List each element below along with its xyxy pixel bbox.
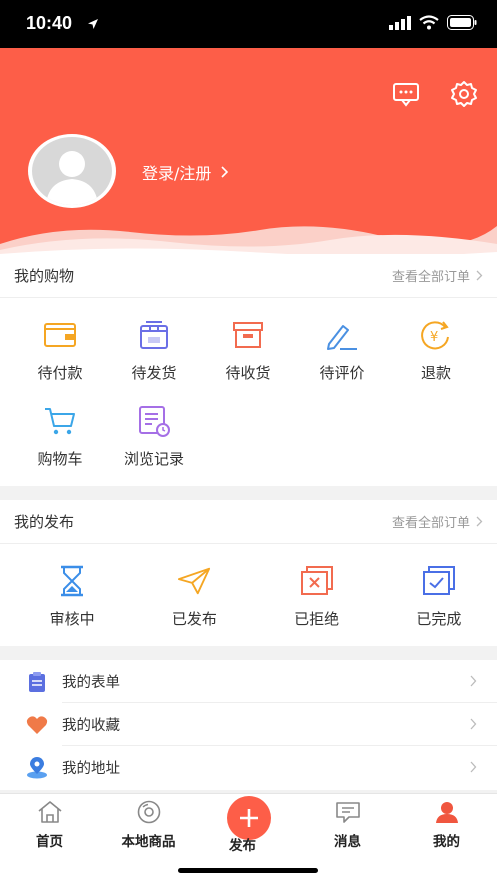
- shopping-view-all[interactable]: 查看全部订单: [392, 266, 483, 285]
- item-label: 已完成: [416, 610, 462, 628]
- tab-home[interactable]: 首页: [0, 800, 99, 850]
- signal-icon: [389, 15, 411, 30]
- shopping-card-header: 我的购物 查看全部订单: [0, 254, 497, 298]
- pen-icon: [325, 318, 359, 352]
- item-label: 待付款: [37, 364, 83, 382]
- home-icon: [37, 801, 62, 823]
- shopping-title: 我的购物: [14, 267, 75, 285]
- default-avatar-icon: [32, 137, 112, 205]
- heart-icon: [26, 716, 48, 734]
- menu-item-label: 我的表单: [62, 675, 120, 691]
- menu-item-label: 我的地址: [62, 761, 120, 777]
- chevron-right-icon: [476, 516, 483, 527]
- item-label: 退款: [420, 364, 451, 382]
- plus-icon: [240, 809, 258, 827]
- cart-icon: [43, 404, 77, 438]
- home-indicator: [178, 868, 318, 873]
- publish-title: 我的发布: [14, 513, 75, 531]
- pending-review-button[interactable]: 待评价: [295, 318, 389, 404]
- item-label: 浏览记录: [123, 450, 184, 468]
- rejected-icon: [300, 564, 334, 598]
- tab-messages[interactable]: 消息: [298, 800, 397, 850]
- tab-label: 消息: [334, 834, 361, 850]
- item-label: 已发布: [171, 610, 217, 628]
- login-label: 登录/注册: [142, 164, 212, 183]
- menu-item-form[interactable]: 我的表单: [0, 660, 497, 703]
- user-icon: [435, 802, 458, 823]
- history-icon: [137, 404, 171, 438]
- menu-list: 我的表单 我的收藏 我的地址: [0, 660, 497, 790]
- item-label: 已拒绝: [294, 610, 340, 628]
- send-icon: [177, 564, 211, 598]
- location-arrow-icon: [88, 19, 98, 29]
- header-wave: [0, 226, 497, 258]
- chevron-right-icon: [470, 718, 477, 730]
- tab-label: 本地商品: [121, 834, 176, 850]
- publish-card: 我的发布 查看全部订单 审核中 已发布 已拒绝 已完成: [0, 500, 497, 646]
- publish-view-all[interactable]: 查看全部订单: [392, 512, 483, 531]
- menu-item-label: 我的收藏: [62, 718, 120, 734]
- box-icon: [231, 318, 265, 352]
- tab-local-products[interactable]: 本地商品: [99, 800, 198, 850]
- message-icon: [335, 802, 360, 823]
- avatar[interactable]: [28, 134, 116, 208]
- shopping-card: 我的购物 查看全部订单 待付款 待发货 待收货 待评价 ¥ 退款 购物车 浏览记…: [0, 254, 497, 486]
- hourglass-icon: [55, 564, 89, 598]
- item-label: 待收货: [225, 364, 271, 382]
- refund-icon: ¥: [419, 318, 453, 352]
- status-time: 10:40: [26, 13, 73, 33]
- browse-history-button[interactable]: 浏览记录: [107, 404, 201, 490]
- under-review-button[interactable]: 审核中: [14, 564, 130, 629]
- wallet-icon: [43, 318, 77, 352]
- login-link[interactable]: 登录/注册: [142, 160, 229, 184]
- pending-shipment-button[interactable]: 待发货: [107, 318, 201, 404]
- chevron-right-icon: [470, 675, 477, 687]
- completed-icon: [422, 564, 456, 598]
- menu-item-favorites[interactable]: 我的收藏: [0, 703, 497, 746]
- completed-button[interactable]: 已完成: [381, 564, 497, 629]
- form-icon: [29, 672, 45, 692]
- shopping-cart-button[interactable]: 购物车: [13, 404, 107, 490]
- tab-label: 首页: [36, 834, 63, 850]
- message-icon[interactable]: [392, 80, 420, 108]
- battery-icon: [447, 15, 477, 30]
- disc-icon: [137, 800, 160, 824]
- location-icon: [27, 757, 47, 779]
- shopping-view-all-label: 查看全部订单: [391, 270, 470, 285]
- refund-button[interactable]: ¥ 退款: [389, 318, 483, 404]
- chevron-right-icon: [221, 166, 229, 178]
- svg-text:¥: ¥: [430, 330, 438, 345]
- tab-mine[interactable]: 我的: [397, 800, 496, 850]
- menu-item-address[interactable]: 我的地址: [0, 746, 497, 789]
- status-bar: 10:40: [0, 0, 497, 48]
- rejected-button[interactable]: 已拒绝: [259, 564, 375, 629]
- tab-label: 我的: [433, 834, 460, 850]
- package-icon: [137, 318, 171, 352]
- item-label: 审核中: [49, 610, 95, 628]
- tab-publish-label[interactable]: 发布: [229, 834, 256, 854]
- item-label: 待发货: [131, 364, 177, 382]
- item-label: 购物车: [37, 450, 83, 468]
- chevron-right-icon: [476, 270, 483, 281]
- item-label: 待评价: [319, 364, 365, 382]
- settings-icon[interactable]: [450, 80, 478, 108]
- publish-view-all-label: 查看全部订单: [391, 516, 470, 531]
- published-button[interactable]: 已发布: [136, 564, 252, 629]
- tab-bar: 首页 本地商品 发布 消息 我的: [0, 793, 497, 883]
- chevron-right-icon: [470, 761, 477, 773]
- pending-receipt-button[interactable]: 待收货: [201, 318, 295, 404]
- pending-payment-button[interactable]: 待付款: [13, 318, 107, 404]
- wifi-icon: [419, 15, 439, 30]
- publish-card-header: 我的发布 查看全部订单: [0, 500, 497, 544]
- profile-header: 登录/注册: [0, 48, 497, 258]
